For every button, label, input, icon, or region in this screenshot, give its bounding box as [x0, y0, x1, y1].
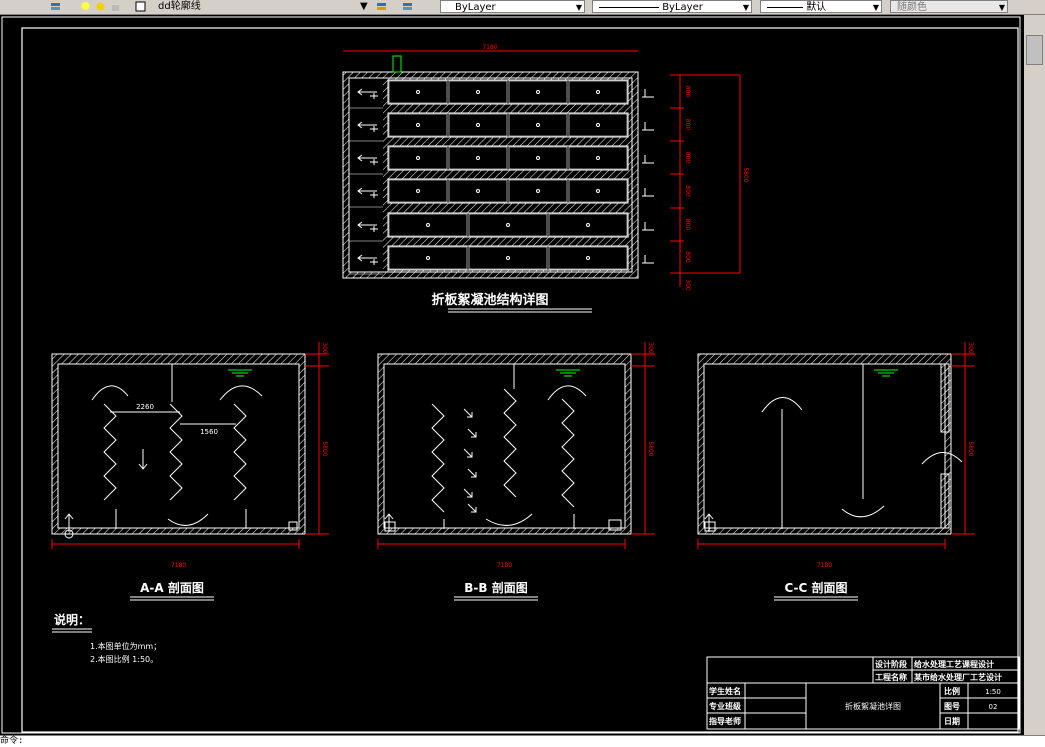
- linetype-select[interactable]: ByLayer ▼: [592, 0, 752, 13]
- section-width-dim: 7180: [817, 562, 832, 569]
- note-line: 1.本图单位为mm；: [90, 641, 161, 651]
- plan-channel: [387, 212, 629, 238]
- plotstyle-value: 随颜色: [897, 2, 927, 13]
- plan-channel: [387, 145, 629, 171]
- teacher-label: 指导老师: [709, 716, 741, 726]
- section-title: B-B 剖面图: [464, 580, 527, 595]
- plan-view: 7180 5800 800 800 800 800 800 800 300 折板絮凝池结构详…: [342, 44, 749, 313]
- section-view-1: 7180 5800 300 B-B 剖面图: [377, 342, 655, 601]
- plan-channel: [387, 178, 629, 204]
- toolbar: dd轮廓线 ▼ ByLayer ▼ ByLayer ▼ 默认 ▼ 随颜色 ▼: [0, 0, 1045, 15]
- section-top-dim: 300: [321, 342, 328, 354]
- drawing-canvas[interactable]: 7180 5800 800 800 800 800 800 800 300 折板絮凝池结构详…: [0, 15, 1045, 735]
- student-name-label: 学生姓名: [709, 686, 741, 696]
- linetype-value: ByLayer: [662, 2, 703, 13]
- design-stage-value: 给水处理工艺课程设计: [914, 659, 994, 669]
- plan-row-dim: 800: [684, 251, 691, 263]
- layer-dropdown-icon[interactable]: ▼: [360, 0, 370, 13]
- date-label: 日期: [944, 716, 960, 726]
- scrollbar-thumb[interactable]: [1026, 35, 1043, 65]
- layer-manager-icon[interactable]: [376, 1, 387, 12]
- color-swatch-icon: [135, 1, 146, 12]
- chevron-down-icon: ▼: [872, 3, 879, 12]
- design-stage-label: 设计阶段: [875, 659, 907, 669]
- sun-icon[interactable]: [95, 1, 106, 12]
- class-label: 专业班级: [709, 701, 742, 711]
- lineweight-value: 默认: [806, 2, 827, 13]
- section-width-dim: 7180: [497, 562, 512, 569]
- plan-row-dim: 800: [684, 185, 691, 197]
- note-line: 2.本图比例 1:50。: [90, 654, 158, 664]
- outlet-wall: [940, 473, 950, 529]
- drawing-name: 折板絮凝池详图: [845, 701, 901, 711]
- layer-name[interactable]: dd轮廓线: [158, 0, 358, 13]
- layer-previous-icon[interactable]: [402, 1, 413, 12]
- sheet-value: 02: [989, 703, 998, 711]
- command-prompt: 命令:: [0, 736, 24, 746]
- section-height-dim: 5800: [967, 441, 974, 456]
- scale-value: 1:50: [985, 688, 1001, 696]
- section-top-dim: 300: [967, 342, 974, 354]
- section-interior: [703, 363, 946, 529]
- plan-dim-top: 7180: [482, 44, 497, 51]
- section-height-dim: 5800: [321, 441, 328, 456]
- project-name-value: 某市给水处理厂工艺设计: [913, 672, 1002, 682]
- lightbulb-icon[interactable]: [80, 1, 91, 12]
- chevron-down-icon: ▼: [998, 3, 1005, 12]
- layer-stack-icon[interactable]: [50, 1, 61, 12]
- section-interior: [383, 363, 626, 529]
- plotstyle-select[interactable]: 随颜色 ▼: [890, 0, 1008, 13]
- section-height-dim: 5800: [647, 441, 654, 456]
- section-view-2: 7180 5800 300 C-C 剖面图: [697, 342, 975, 601]
- plan-partition-fill: [383, 78, 633, 272]
- chevron-down-icon: ▼: [575, 3, 582, 12]
- color-value: ByLayer: [455, 2, 496, 13]
- lock-icon[interactable]: [110, 1, 121, 12]
- chevron-down-icon: ▼: [742, 3, 749, 12]
- outlet-wall: [940, 363, 950, 433]
- plan-title: 折板絮凝池结构详图: [431, 292, 548, 308]
- plan-channel: [387, 245, 629, 271]
- inner-dim-a: 2260: [136, 403, 154, 411]
- notes: 说明： 1.本图单位为mm； 2.本图比例 1:50。: [52, 612, 161, 664]
- section-width-dim: 7180: [171, 562, 186, 569]
- section-title: A-A 剖面图: [140, 580, 204, 595]
- plan-row-dim: 800: [684, 86, 691, 98]
- section-top-dim: 300: [647, 342, 654, 354]
- project-name-label: 工程名称: [875, 672, 907, 682]
- linetype-sample: [599, 6, 659, 8]
- section-interior: [57, 363, 300, 529]
- lineweight-sample: [767, 6, 803, 8]
- plan-dim-right-total: 5800: [742, 167, 749, 182]
- color-select[interactable]: ByLayer ▼: [440, 0, 585, 13]
- plan-row-dim: 800: [684, 219, 691, 231]
- section-view-0: 7180 5800 300 A-A 剖面图 2260 1560: [51, 342, 329, 601]
- inner-dim-b: 1560: [200, 428, 218, 436]
- plan-row-dim: 800: [684, 152, 691, 164]
- sheet-label: 图号: [944, 702, 960, 711]
- lineweight-select[interactable]: 默认 ▼: [760, 0, 882, 13]
- notes-title: 说明：: [54, 612, 90, 627]
- plan-dim-bottom: 300: [684, 279, 691, 291]
- scale-label: 比例: [944, 686, 960, 696]
- plan-channel: [387, 79, 629, 105]
- plan-row-dim: 800: [684, 119, 691, 131]
- vertical-scrollbar[interactable]: [1024, 15, 1045, 735]
- title-block: 设计阶段 给水处理工艺课程设计 工程名称 某市给水处理厂工艺设计 学生姓名 专业…: [706, 656, 1020, 730]
- command-line[interactable]: 命令:: [0, 735, 1045, 747]
- inlet-pipe: [392, 55, 402, 73]
- plan-channel: [387, 112, 629, 138]
- section-title: C-C 剖面图: [784, 580, 847, 595]
